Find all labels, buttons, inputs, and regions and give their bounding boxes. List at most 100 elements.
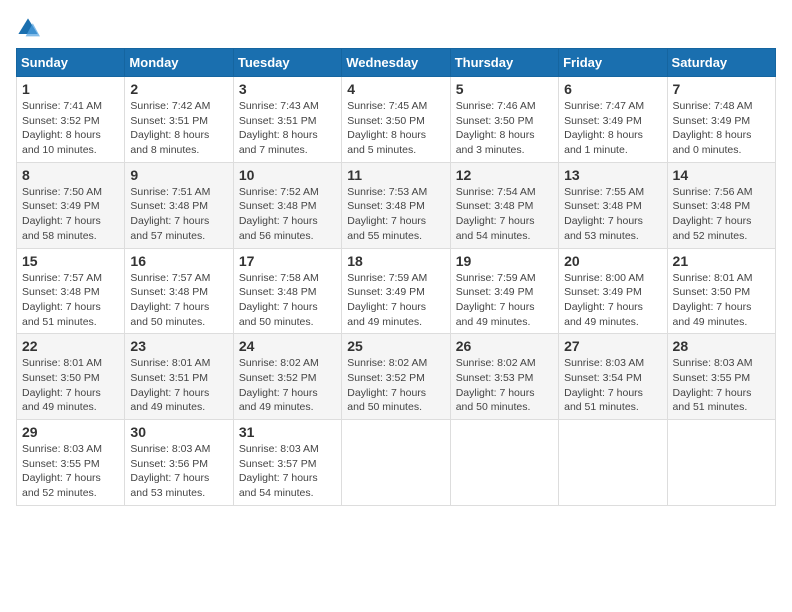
- calendar-cell: 12Sunrise: 7:54 AMSunset: 3:48 PMDayligh…: [450, 162, 558, 248]
- logo: [16, 16, 44, 40]
- calendar-cell: 16 Sunrise: 7:57 AMSunset: 3:48 PMDayligh…: [125, 248, 233, 334]
- day-info: Sunrise: 7:55 AMSunset: 3:48 PMDaylight:…: [564, 185, 661, 244]
- day-number: 17: [239, 253, 336, 269]
- calendar-cell: 27 Sunrise: 8:03 AMSunset: 3:54 PMDayligh…: [559, 334, 667, 420]
- day-info: Sunrise: 8:01 AMSunset: 3:51 PMDaylight:…: [130, 356, 227, 415]
- day-info: Sunrise: 8:01 AMSunset: 3:50 PMDaylight:…: [22, 356, 119, 415]
- calendar-cell: 5 Sunrise: 7:46 AMSunset: 3:50 PMDaylight…: [450, 77, 558, 163]
- day-info: Sunrise: 7:50 AMSunset: 3:49 PMDaylight:…: [22, 185, 119, 244]
- calendar-cell: 4 Sunrise: 7:45 AMSunset: 3:50 PMDaylight…: [342, 77, 450, 163]
- calendar-cell: 13Sunrise: 7:55 AMSunset: 3:48 PMDayligh…: [559, 162, 667, 248]
- calendar-cell: 20Sunrise: 8:00 AMSunset: 3:49 PMDayligh…: [559, 248, 667, 334]
- day-number: 11: [347, 167, 444, 183]
- week-row-5: 29Sunrise: 8:03 AMSunset: 3:55 PMDayligh…: [17, 420, 776, 506]
- calendar-cell: 1 Sunrise: 7:41 AMSunset: 3:52 PMDaylight…: [17, 77, 125, 163]
- day-number: 2: [130, 81, 227, 97]
- calendar-cell: 17 Sunrise: 7:58 AMSunset: 3:48 PMDayligh…: [233, 248, 341, 334]
- day-info: Sunrise: 8:03 AMSunset: 3:56 PMDaylight:…: [130, 442, 227, 501]
- weekday-header-monday: Monday: [125, 49, 233, 77]
- day-info: Sunrise: 7:52 AMSunset: 3:48 PMDaylight:…: [239, 185, 336, 244]
- day-info: Sunrise: 7:58 AMSunset: 3:48 PMDaylight:…: [239, 271, 336, 330]
- day-number: 23: [130, 338, 227, 354]
- day-number: 22: [22, 338, 119, 354]
- page-header: [16, 16, 776, 40]
- calendar-cell: 8 Sunrise: 7:50 AMSunset: 3:49 PMDaylight…: [17, 162, 125, 248]
- day-info: Sunrise: 7:51 AMSunset: 3:48 PMDaylight:…: [130, 185, 227, 244]
- calendar-cell: [450, 420, 558, 506]
- day-info: Sunrise: 7:53 AMSunset: 3:48 PMDaylight:…: [347, 185, 444, 244]
- week-row-1: 1 Sunrise: 7:41 AMSunset: 3:52 PMDaylight…: [17, 77, 776, 163]
- day-number: 31: [239, 424, 336, 440]
- weekday-header-friday: Friday: [559, 49, 667, 77]
- day-info: Sunrise: 7:45 AMSunset: 3:50 PMDaylight:…: [347, 99, 444, 158]
- day-number: 3: [239, 81, 336, 97]
- calendar-cell: 19 Sunrise: 7:59 AMSunset: 3:49 PMDayligh…: [450, 248, 558, 334]
- day-number: 29: [22, 424, 119, 440]
- day-number: 26: [456, 338, 553, 354]
- calendar-cell: 29Sunrise: 8:03 AMSunset: 3:55 PMDayligh…: [17, 420, 125, 506]
- day-info: Sunrise: 7:57 AMSunset: 3:48 PMDaylight:…: [130, 271, 227, 330]
- weekday-header-tuesday: Tuesday: [233, 49, 341, 77]
- day-number: 21: [673, 253, 770, 269]
- calendar-cell: 9 Sunrise: 7:51 AMSunset: 3:48 PMDaylight…: [125, 162, 233, 248]
- day-number: 9: [130, 167, 227, 183]
- day-number: 25: [347, 338, 444, 354]
- calendar-cell: 28Sunrise: 8:03 AMSunset: 3:55 PMDayligh…: [667, 334, 775, 420]
- day-info: Sunrise: 8:01 AMSunset: 3:50 PMDaylight:…: [673, 271, 770, 330]
- day-number: 19: [456, 253, 553, 269]
- day-info: Sunrise: 7:59 AMSunset: 3:49 PMDaylight:…: [456, 271, 553, 330]
- day-info: Sunrise: 7:47 AMSunset: 3:49 PMDaylight:…: [564, 99, 661, 158]
- calendar-cell: 3 Sunrise: 7:43 AMSunset: 3:51 PMDaylight…: [233, 77, 341, 163]
- day-info: Sunrise: 7:57 AMSunset: 3:48 PMDaylight:…: [22, 271, 119, 330]
- day-number: 15: [22, 253, 119, 269]
- day-info: Sunrise: 7:48 AMSunset: 3:49 PMDaylight:…: [673, 99, 770, 158]
- day-info: Sunrise: 8:03 AMSunset: 3:54 PMDaylight:…: [564, 356, 661, 415]
- weekday-header-saturday: Saturday: [667, 49, 775, 77]
- day-number: 8: [22, 167, 119, 183]
- calendar-cell: 11 Sunrise: 7:53 AMSunset: 3:48 PMDayligh…: [342, 162, 450, 248]
- weekday-header-thursday: Thursday: [450, 49, 558, 77]
- calendar-cell: [342, 420, 450, 506]
- day-number: 24: [239, 338, 336, 354]
- weekday-header-row: SundayMondayTuesdayWednesdayThursdayFrid…: [17, 49, 776, 77]
- day-info: Sunrise: 8:02 AMSunset: 3:52 PMDaylight:…: [347, 356, 444, 415]
- calendar-cell: 25 Sunrise: 8:02 AMSunset: 3:52 PMDayligh…: [342, 334, 450, 420]
- calendar-cell: 21 Sunrise: 8:01 AMSunset: 3:50 PMDayligh…: [667, 248, 775, 334]
- calendar-table: SundayMondayTuesdayWednesdayThursdayFrid…: [16, 48, 776, 506]
- week-row-4: 22 Sunrise: 8:01 AMSunset: 3:50 PMDayligh…: [17, 334, 776, 420]
- day-number: 16: [130, 253, 227, 269]
- day-number: 30: [130, 424, 227, 440]
- day-info: Sunrise: 7:56 AMSunset: 3:48 PMDaylight:…: [673, 185, 770, 244]
- week-row-3: 15 Sunrise: 7:57 AMSunset: 3:48 PMDayligh…: [17, 248, 776, 334]
- calendar-cell: [559, 420, 667, 506]
- calendar-cell: 30 Sunrise: 8:03 AMSunset: 3:56 PMDayligh…: [125, 420, 233, 506]
- calendar-cell: 6 Sunrise: 7:47 AMSunset: 3:49 PMDaylight…: [559, 77, 667, 163]
- logo-icon: [16, 16, 40, 40]
- day-number: 20: [564, 253, 661, 269]
- day-info: Sunrise: 7:54 AMSunset: 3:48 PMDaylight:…: [456, 185, 553, 244]
- day-number: 1: [22, 81, 119, 97]
- calendar-cell: 18 Sunrise: 7:59 AMSunset: 3:49 PMDayligh…: [342, 248, 450, 334]
- calendar-cell: 7Sunrise: 7:48 AMSunset: 3:49 PMDaylight…: [667, 77, 775, 163]
- day-number: 18: [347, 253, 444, 269]
- calendar-cell: 26Sunrise: 8:02 AMSunset: 3:53 PMDayligh…: [450, 334, 558, 420]
- week-row-2: 8 Sunrise: 7:50 AMSunset: 3:49 PMDaylight…: [17, 162, 776, 248]
- day-info: Sunrise: 7:46 AMSunset: 3:50 PMDaylight:…: [456, 99, 553, 158]
- weekday-header-sunday: Sunday: [17, 49, 125, 77]
- calendar-cell: 15 Sunrise: 7:57 AMSunset: 3:48 PMDayligh…: [17, 248, 125, 334]
- calendar-cell: [667, 420, 775, 506]
- day-number: 5: [456, 81, 553, 97]
- day-info: Sunrise: 8:03 AMSunset: 3:55 PMDaylight:…: [673, 356, 770, 415]
- calendar-cell: 22 Sunrise: 8:01 AMSunset: 3:50 PMDayligh…: [17, 334, 125, 420]
- day-number: 6: [564, 81, 661, 97]
- day-number: 14: [673, 167, 770, 183]
- day-info: Sunrise: 8:03 AMSunset: 3:57 PMDaylight:…: [239, 442, 336, 501]
- day-info: Sunrise: 7:42 AMSunset: 3:51 PMDaylight:…: [130, 99, 227, 158]
- day-number: 4: [347, 81, 444, 97]
- day-info: Sunrise: 7:43 AMSunset: 3:51 PMDaylight:…: [239, 99, 336, 158]
- calendar-cell: 2 Sunrise: 7:42 AMSunset: 3:51 PMDaylight…: [125, 77, 233, 163]
- day-info: Sunrise: 7:59 AMSunset: 3:49 PMDaylight:…: [347, 271, 444, 330]
- day-info: Sunrise: 7:41 AMSunset: 3:52 PMDaylight:…: [22, 99, 119, 158]
- calendar-cell: 14 Sunrise: 7:56 AMSunset: 3:48 PMDayligh…: [667, 162, 775, 248]
- day-number: 27: [564, 338, 661, 354]
